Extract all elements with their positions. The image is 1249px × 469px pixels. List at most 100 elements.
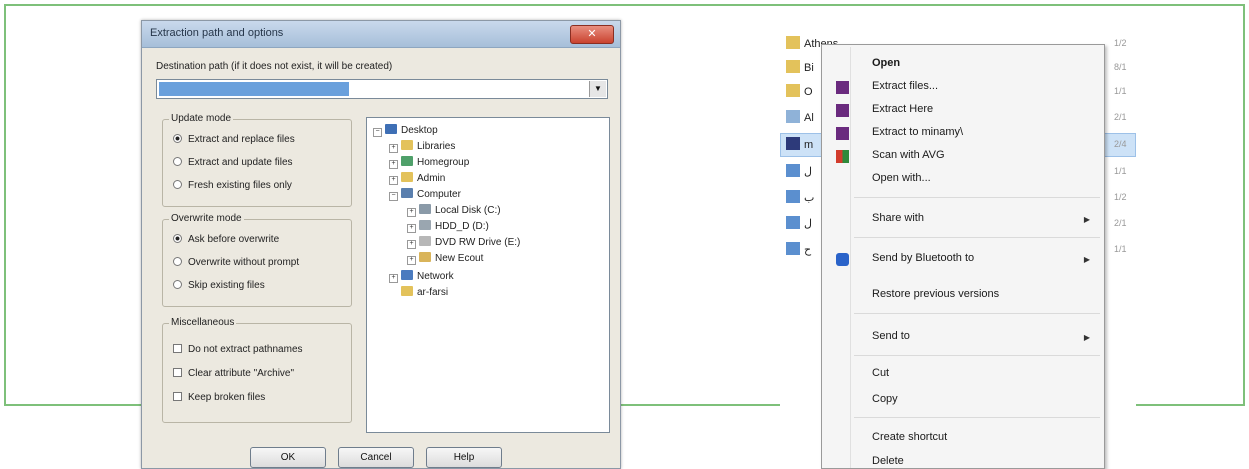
frame-bottom-right: [1136, 404, 1245, 406]
option-label: Extract and replace files: [188, 134, 295, 145]
ok-button[interactable]: OK: [250, 447, 326, 468]
tree-label: Libraries: [417, 141, 456, 152]
destination-path-combobox[interactable]: ▼: [156, 79, 608, 99]
menu-separator: [854, 417, 1100, 418]
destination-label: Destination path (if it does not exist, …: [156, 61, 393, 72]
update-mode-title: Update mode: [169, 113, 234, 124]
checkbox-no-pathnames[interactable]: Do not extract pathnames: [173, 344, 303, 355]
user-folder-icon: [401, 172, 413, 182]
folder-icon: [786, 60, 800, 73]
radio-icon: [173, 134, 182, 143]
menu-item-extract-files[interactable]: Extract files...: [872, 80, 938, 92]
tree-label: HDD_D (D:): [435, 221, 489, 232]
dialog-title: Extraction path and options: [150, 27, 284, 39]
file-row[interactable]: O: [786, 84, 813, 98]
radio-skip-existing[interactable]: Skip existing files: [173, 280, 265, 291]
desktop-icon: [385, 124, 397, 134]
tree-node-hdd-d[interactable]: + HDD_D (D:): [407, 220, 489, 233]
checkbox-keep-broken[interactable]: Keep broken files: [173, 392, 265, 403]
dialog-titlebar[interactable]: Extraction path and options ✕: [142, 21, 620, 48]
tree-node-desktop[interactable]: − Desktop: [373, 124, 438, 137]
menu-separator: [854, 313, 1100, 314]
file-row[interactable]: Al: [786, 110, 814, 124]
tree-node-homegroup[interactable]: + Homegroup: [389, 156, 469, 169]
file-icon: [786, 110, 800, 123]
cancel-button[interactable]: Cancel: [338, 447, 414, 468]
menu-item-copy[interactable]: Copy: [872, 393, 898, 405]
date-cell: 1/1: [1114, 166, 1127, 176]
menu-item-open[interactable]: Open: [872, 57, 900, 69]
homegroup-icon: [401, 156, 413, 166]
folder-tree[interactable]: − Desktop + Libraries + Homegroup + Admin − C…: [366, 117, 610, 433]
submenu-arrow-icon: ▶: [1083, 333, 1090, 342]
archive-extract-icon: [836, 81, 849, 94]
close-button[interactable]: ✕: [570, 25, 614, 44]
menu-separator: [854, 355, 1100, 356]
checkbox-clear-archive[interactable]: Clear attribute "Archive": [173, 368, 294, 379]
file-name: ح: [804, 244, 812, 256]
file-row-selected[interactable]: m: [786, 137, 813, 151]
bluetooth-icon: [836, 253, 849, 266]
file-row[interactable]: ح: [786, 242, 811, 256]
file-row[interactable]: ل: [786, 164, 812, 178]
chevron-down-icon[interactable]: ▼: [589, 81, 606, 97]
drive-icon: [419, 252, 431, 262]
frame-bottom-middle: [621, 404, 786, 406]
radio-fresh-existing[interactable]: Fresh existing files only: [173, 180, 292, 191]
radio-ask-before[interactable]: Ask before overwrite: [173, 234, 279, 245]
overwrite-mode-group: Overwrite mode Ask before overwrite Over…: [162, 213, 352, 307]
file-row[interactable]: Bi: [786, 60, 814, 74]
menu-item-open-with[interactable]: Open with...: [872, 172, 931, 184]
option-label: Overwrite without prompt: [188, 257, 300, 268]
checkbox-icon: [173, 392, 182, 401]
tree-label: ar-farsi: [417, 287, 449, 298]
file-row[interactable]: ب: [786, 190, 814, 204]
menu-item-send-bluetooth[interactable]: Send by Bluetooth to: [872, 252, 974, 264]
radio-extract-update[interactable]: Extract and update files: [173, 157, 293, 168]
menu-item-share-with[interactable]: Share with: [872, 212, 924, 224]
tree-node-dvd[interactable]: + DVD RW Drive (E:): [407, 236, 520, 249]
document-icon: [786, 242, 800, 255]
radio-overwrite-without[interactable]: Overwrite without prompt: [173, 257, 299, 268]
menu-item-restore-versions[interactable]: Restore previous versions: [872, 288, 999, 300]
overwrite-mode-title: Overwrite mode: [169, 213, 244, 224]
extraction-dialog: Extraction path and options ✕ Destinatio…: [141, 20, 621, 469]
menu-item-create-shortcut[interactable]: Create shortcut: [872, 431, 947, 443]
date-cell: 1/1: [1114, 244, 1127, 254]
frame-bottom-left: [4, 404, 142, 406]
misc-group: Miscellaneous Do not extract pathnames C…: [162, 317, 352, 423]
tree-label: Homegroup: [417, 157, 470, 168]
radio-icon: [173, 180, 182, 189]
document-icon: [786, 190, 800, 203]
menu-separator: [854, 197, 1100, 198]
menu-item-extract-here[interactable]: Extract Here: [872, 103, 933, 115]
option-label: Do not extract pathnames: [188, 344, 303, 355]
tree-node-local-disk[interactable]: + Local Disk (C:): [407, 204, 501, 217]
option-label: Keep broken files: [188, 392, 266, 403]
checkbox-icon: [173, 344, 182, 353]
folder-icon: [786, 84, 800, 97]
option-label: Extract and update files: [188, 157, 293, 168]
option-label: Fresh existing files only: [188, 180, 292, 191]
dvd-icon: [419, 236, 431, 246]
tree-node-new-ecout[interactable]: + New Ecout: [407, 252, 483, 265]
tree-node-network[interactable]: + Network: [389, 270, 454, 283]
file-name: m: [804, 139, 814, 151]
menu-item-scan-avg[interactable]: Scan with AVG: [872, 149, 945, 161]
menu-item-delete[interactable]: Delete: [872, 455, 904, 467]
document-icon: [786, 164, 800, 177]
tree-label: Computer: [417, 189, 461, 200]
radio-extract-replace[interactable]: Extract and replace files: [173, 134, 295, 145]
menu-item-extract-to[interactable]: Extract to minamy\: [872, 126, 963, 138]
radio-icon: [173, 157, 182, 166]
help-button[interactable]: Help: [426, 447, 502, 468]
tree-node-libraries[interactable]: + Libraries: [389, 140, 455, 153]
menu-item-send-to[interactable]: Send to: [872, 330, 910, 342]
disk-icon: [419, 220, 431, 230]
tree-node-computer[interactable]: − Computer: [389, 188, 461, 201]
file-row[interactable]: ل: [786, 216, 812, 230]
menu-item-cut[interactable]: Cut: [872, 367, 889, 379]
tree-node-ar-farsi[interactable]: ar-farsi: [401, 286, 448, 298]
option-label: Clear attribute "Archive": [188, 368, 295, 379]
tree-node-admin[interactable]: + Admin: [389, 172, 445, 185]
